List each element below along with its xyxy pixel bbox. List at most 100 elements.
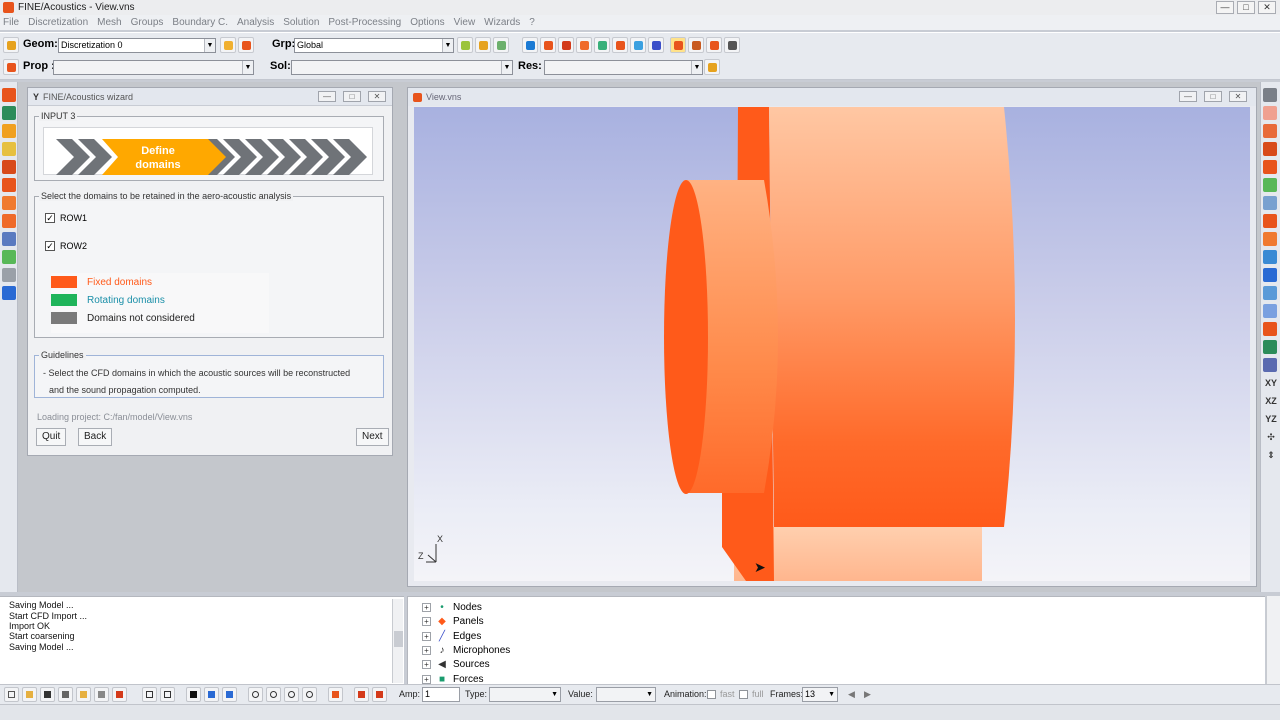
prop-select[interactable]: ▼	[53, 60, 254, 75]
expand-icon[interactable]: +	[422, 674, 431, 684]
surface-select-icon[interactable]	[2, 124, 16, 138]
wireframe-icon[interactable]	[1263, 160, 1277, 174]
print-icon[interactable]	[1263, 88, 1277, 102]
wizard-close-button[interactable]: ✕	[368, 91, 386, 102]
speaker-icon[interactable]	[724, 37, 740, 53]
mesh-tool-icon[interactable]	[630, 37, 646, 53]
type-select[interactable]: ▼	[489, 687, 561, 702]
amp-input[interactable]: 1	[422, 687, 460, 702]
contour-icon[interactable]	[1263, 232, 1277, 246]
menu-view[interactable]: View	[454, 17, 476, 28]
geometry-icon[interactable]	[3, 37, 19, 53]
face-select-icon[interactable]	[2, 178, 16, 192]
fill-select-icon[interactable]	[2, 214, 16, 228]
open-folder-icon[interactable]	[22, 687, 37, 702]
frame-icon[interactable]	[142, 687, 157, 702]
edge-tool-icon[interactable]	[576, 37, 592, 53]
sol-select[interactable]: ▼	[291, 60, 513, 75]
rotate-z-icon[interactable]	[284, 687, 299, 702]
menu-discretization[interactable]: Discretization	[28, 17, 88, 28]
res-select[interactable]: ▼	[544, 60, 703, 75]
console-scrollbar[interactable]	[392, 599, 403, 683]
view-maximize-button[interactable]: □	[1204, 91, 1222, 102]
new-file-icon[interactable]	[4, 687, 19, 702]
node-select-icon[interactable]	[2, 142, 16, 156]
minimize-button[interactable]: —	[1216, 1, 1234, 14]
layout-icon[interactable]	[160, 687, 175, 702]
geom-edit-icon[interactable]	[238, 37, 254, 53]
grid-icon[interactable]	[94, 687, 109, 702]
rotate-free-icon[interactable]	[302, 687, 317, 702]
expand-icon[interactable]: +	[422, 631, 431, 641]
render-icon[interactable]	[1263, 106, 1277, 120]
wizard-minimize-button[interactable]: —	[318, 91, 336, 102]
tree-item-edges[interactable]: + ╱ Edges	[422, 629, 481, 643]
mesh-view-icon[interactable]	[1263, 196, 1277, 210]
print-icon[interactable]	[58, 687, 73, 702]
tree-scrollbar[interactable]	[1266, 596, 1280, 684]
geom-add-icon[interactable]	[220, 37, 236, 53]
menu-post-processing[interactable]: Post-Processing	[328, 17, 401, 28]
expand-icon[interactable]: +	[422, 602, 431, 612]
select-tool-icon[interactable]	[2, 88, 16, 102]
menu-boundary-conditions[interactable]: Boundary C.	[172, 17, 228, 28]
rotate-y-icon[interactable]	[266, 687, 281, 702]
mesh-select-icon[interactable]	[2, 250, 16, 264]
group-edit-icon[interactable]	[493, 37, 509, 53]
properties-icon[interactable]	[3, 59, 19, 75]
tree-item-panels[interactable]: + ◆ Panels	[422, 614, 484, 628]
wizard-maximize-button[interactable]: □	[343, 91, 361, 102]
face-tool-icon[interactable]	[558, 37, 574, 53]
next-button[interactable]: Next	[356, 428, 389, 446]
grid-tool-icon[interactable]	[2, 232, 16, 246]
domain-tool-icon[interactable]	[2, 106, 16, 120]
zoom-fit-icon[interactable]	[204, 687, 219, 702]
menu-solution[interactable]: Solution	[283, 17, 319, 28]
3d-viewport[interactable]: X Z ➤	[414, 107, 1250, 581]
view-minimize-button[interactable]: —	[1179, 91, 1197, 102]
geom-select[interactable]: Discretization 0 ▼	[58, 38, 216, 53]
group-remove-icon[interactable]	[475, 37, 491, 53]
rotate-x-icon[interactable]	[248, 687, 263, 702]
line-view-icon[interactable]	[1263, 286, 1277, 300]
menu-analysis[interactable]: Analysis	[237, 17, 274, 28]
source-tool-icon[interactable]	[706, 37, 722, 53]
delete-icon[interactable]	[112, 687, 127, 702]
expand-icon[interactable]: +	[422, 659, 431, 669]
row1-option[interactable]: ✓ ROW1	[45, 213, 87, 223]
line-tool-icon[interactable]	[648, 37, 664, 53]
cube-solid-icon[interactable]	[1263, 268, 1277, 282]
probe-icon[interactable]	[1263, 304, 1277, 318]
full-checkbox[interactable]	[739, 690, 748, 699]
menu-file[interactable]: File	[3, 17, 19, 28]
marker-icon[interactable]	[328, 687, 343, 702]
frames-select[interactable]: 13 ▼	[802, 687, 838, 702]
menu-mesh[interactable]: Mesh	[97, 17, 121, 28]
measure-tool-icon[interactable]	[2, 286, 16, 300]
solid-view-icon[interactable]	[1263, 142, 1277, 156]
tree-item-forces[interactable]: + ■ Forces	[422, 672, 484, 684]
help-icon[interactable]	[76, 687, 91, 702]
line-select-icon[interactable]	[2, 268, 16, 282]
result-toggle-icon[interactable]	[704, 59, 720, 75]
microphone-tool-icon[interactable]	[688, 37, 704, 53]
next-frame-icon[interactable]: ▶	[864, 689, 871, 700]
view-close-button[interactable]: ✕	[1229, 91, 1247, 102]
axis-line-icon[interactable]	[1263, 358, 1277, 372]
yz-view-icon[interactable]: YZ	[1263, 414, 1279, 424]
tree-item-sources[interactable]: + ◀ Sources	[422, 657, 490, 671]
console-scroll-thumb[interactable]	[394, 631, 403, 647]
menu-help[interactable]: ?	[529, 17, 535, 28]
quit-button[interactable]: Quit	[36, 428, 67, 446]
xy-view-icon[interactable]: XY	[1263, 378, 1279, 388]
points-tool-icon[interactable]	[594, 37, 610, 53]
fast-checkbox[interactable]	[707, 690, 716, 699]
shade-icon[interactable]	[1263, 124, 1277, 138]
section-icon[interactable]	[1263, 340, 1277, 354]
close-button[interactable]: ✕	[1258, 1, 1276, 14]
xz-view-icon[interactable]: XZ	[1263, 396, 1279, 406]
arrow-down-icon[interactable]	[1263, 322, 1277, 336]
points-view-icon[interactable]	[1263, 178, 1277, 192]
menu-wizards[interactable]: Wizards	[484, 17, 520, 28]
node-tool-icon[interactable]	[522, 37, 538, 53]
